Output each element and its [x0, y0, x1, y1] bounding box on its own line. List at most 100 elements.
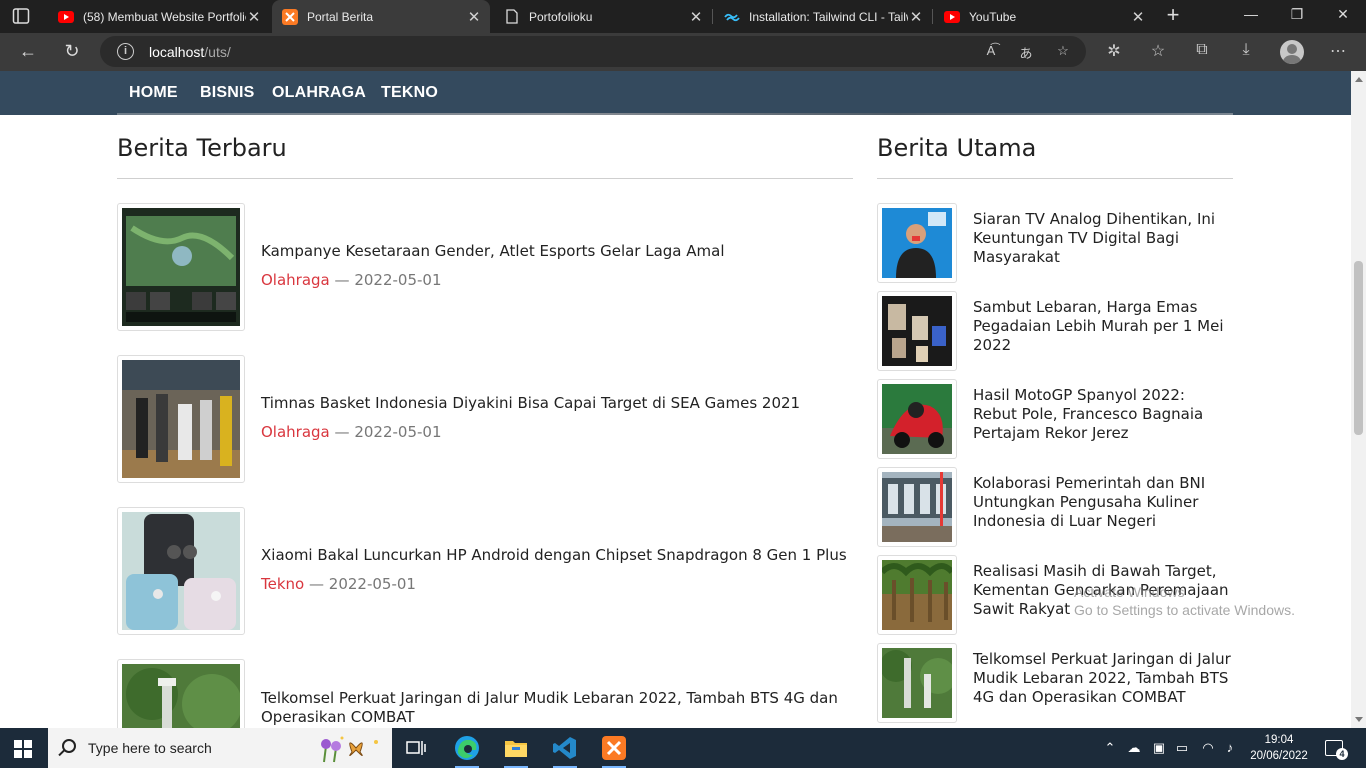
address-url[interactable]: localhost/uts/	[149, 44, 231, 60]
nav-olahraga[interactable]: OLAHRAGA	[272, 84, 366, 102]
edge-taskbar-icon[interactable]	[447, 733, 487, 768]
restore-icon[interactable]: ❐	[1286, 6, 1308, 26]
address-bar[interactable]: i localhost/uts/ A͡ あ ☆	[100, 36, 1086, 67]
tab-actions-icon[interactable]	[12, 7, 30, 25]
tab-tailwind[interactable]: Installation: Tailwind CLI - Tailwind ✕	[714, 0, 932, 33]
news-title[interactable]: Xiaomi Bakal Luncurkan HP Android dengan…	[261, 546, 847, 565]
page-scrollbar[interactable]	[1351, 71, 1366, 728]
tab-portal-berita[interactable]: Portal Berita ✕	[272, 0, 490, 33]
xampp-icon	[282, 8, 298, 25]
tab-title: Portal Berita	[307, 9, 374, 24]
news-title[interactable]: Hasil MotoGP Spanyol 2022: Rebut Pole, F…	[973, 386, 1233, 443]
news-title[interactable]: Kolaborasi Pemerintah dan BNI Untungkan …	[973, 474, 1233, 531]
news-thumbnail[interactable]	[877, 379, 957, 459]
new-tab-icon[interactable]: +	[1162, 4, 1184, 28]
latest-news-item[interactable]: Timnas Basket Indonesia Diyakini Bisa Ca…	[117, 355, 853, 483]
activate-windows-watermark: Activate Windows Go to Settings to activ…	[1074, 583, 1295, 619]
more-menu-icon[interactable]: ⋯	[1327, 41, 1349, 63]
latest-news-item[interactable]: Telkomsel Perkuat Jaringan di Jalur Mudi…	[117, 659, 853, 728]
volume-icon[interactable]: ♪	[1222, 740, 1238, 755]
back-icon[interactable]: ←	[17, 41, 39, 63]
show-hidden-icons-icon[interactable]: ⌃	[1102, 740, 1118, 756]
featured-news-heading: Berita Utama	[877, 134, 1037, 162]
battery-icon[interactable]: ▭	[1174, 740, 1190, 756]
file-explorer-icon[interactable]	[496, 733, 536, 768]
news-title[interactable]: Kampanye Kesetaraan Gender, Atlet Esport…	[261, 242, 725, 261]
youtube-icon	[58, 9, 74, 25]
close-window-icon[interactable]: ✕	[1332, 6, 1354, 26]
collections-icon[interactable]: ⧉	[1191, 41, 1213, 63]
nav-home[interactable]: HOME	[129, 84, 178, 102]
news-title[interactable]: Siaran TV Analog Dihentikan, Ini Keuntun…	[973, 210, 1233, 267]
tab-title: (58) Membuat Website Portfolio	[83, 9, 246, 24]
news-category[interactable]: Olahraga	[261, 271, 330, 289]
news-thumbnail[interactable]	[117, 507, 245, 635]
tab-separator	[932, 9, 933, 24]
page-icon	[504, 9, 520, 25]
notification-center-icon[interactable]: 4	[1325, 740, 1348, 760]
meet-now-icon[interactable]: ▣	[1151, 740, 1167, 756]
tab-youtube-portfolio[interactable]: (58) Membuat Website Portfolio ✕	[48, 0, 270, 33]
downloads-icon[interactable]: ⤓	[1235, 41, 1257, 63]
windows-start-icon[interactable]	[14, 740, 32, 758]
taskbar-search-box[interactable]: Type here to search	[48, 728, 392, 768]
close-tab-icon[interactable]: ✕	[1130, 8, 1146, 26]
news-title[interactable]: Timnas Basket Indonesia Diyakini Bisa Ca…	[261, 394, 800, 413]
scrollbar-thumb[interactable]	[1354, 261, 1363, 435]
news-category[interactable]: Tekno	[261, 575, 304, 593]
scroll-down-arrow-icon[interactable]	[1355, 717, 1363, 722]
profile-avatar[interactable]	[1280, 40, 1304, 64]
news-thumbnail[interactable]	[877, 643, 957, 723]
meta-separator: —	[309, 575, 324, 593]
close-tab-icon[interactable]: ✕	[466, 8, 482, 26]
onedrive-icon[interactable]: ☁	[1126, 740, 1142, 756]
wifi-icon[interactable]: ◠	[1200, 740, 1216, 756]
latest-news-item[interactable]: Xiaomi Bakal Luncurkan HP Android dengan…	[117, 507, 853, 635]
favorites-icon[interactable]: ☆	[1147, 41, 1169, 63]
scroll-up-arrow-icon[interactable]	[1355, 77, 1363, 82]
featured-news-item[interactable]: Siaran TV Analog Dihentikan, Ini Keuntun…	[877, 203, 1233, 283]
news-thumbnail[interactable]	[117, 355, 245, 483]
url-host: localhost	[149, 44, 205, 60]
news-title[interactable]: Telkomsel Perkuat Jaringan di Jalur Mudi…	[973, 650, 1233, 707]
close-tab-icon[interactable]: ✕	[908, 8, 924, 26]
featured-news-item[interactable]: Telkomsel Perkuat Jaringan di Jalur Mudi…	[877, 643, 1233, 723]
news-thumbnail[interactable]	[877, 203, 957, 283]
clock-time: 19:04	[1264, 734, 1294, 746]
featured-news-item[interactable]: Sambut Lebaran, Harga Emas Pegadaian Leb…	[877, 291, 1233, 371]
news-thumbnail[interactable]	[117, 203, 245, 331]
tab-portofolioku[interactable]: Portofolioku ✕	[494, 0, 712, 33]
task-view-icon[interactable]	[396, 733, 436, 763]
featured-news-item[interactable]: Kolaborasi Pemerintah dan BNI Untungkan …	[877, 467, 1233, 547]
nav-bisnis[interactable]: BISNIS	[200, 84, 255, 102]
clock-date: 20/06/2022	[1250, 750, 1308, 762]
translate-icon[interactable]: あ	[1016, 43, 1036, 61]
xampp-taskbar-icon[interactable]	[594, 733, 634, 768]
tailwind-icon	[724, 9, 740, 25]
latest-news-item[interactable]: Kampanye Kesetaraan Gender, Atlet Esport…	[117, 203, 853, 331]
news-title[interactable]: Telkomsel Perkuat Jaringan di Jalur Mudi…	[261, 689, 853, 727]
site-info-icon[interactable]: i	[117, 43, 134, 60]
featured-news-item[interactable]: Hasil MotoGP Spanyol 2022: Rebut Pole, F…	[877, 379, 1233, 459]
close-tab-icon[interactable]: ✕	[688, 8, 704, 26]
close-tab-icon[interactable]: ✕	[246, 8, 262, 26]
extensions-icon[interactable]: ✲	[1103, 41, 1125, 63]
news-thumbnail[interactable]	[877, 555, 957, 635]
vscode-icon[interactable]	[545, 733, 585, 768]
tab-youtube[interactable]: YouTube ✕	[934, 0, 1154, 33]
news-category[interactable]: Olahraga	[261, 423, 330, 441]
add-favorite-icon[interactable]: ☆	[1053, 43, 1073, 61]
system-clock[interactable]: 19:04 20/06/2022	[1248, 732, 1310, 764]
notification-badge: 4	[1336, 748, 1348, 760]
news-thumbnail[interactable]	[877, 291, 957, 371]
nav-tekno[interactable]: TEKNO	[381, 84, 438, 102]
news-thumbnail[interactable]	[117, 659, 245, 728]
news-thumbnail[interactable]	[877, 467, 957, 547]
news-title[interactable]: Sambut Lebaran, Harga Emas Pegadaian Leb…	[973, 298, 1233, 355]
browser-tab-strip: (58) Membuat Website Portfolio ✕ Portal …	[0, 0, 1366, 33]
refresh-icon[interactable]: ↻	[61, 41, 83, 63]
divider	[117, 178, 853, 179]
read-aloud-icon[interactable]: A͡	[981, 43, 1001, 61]
minimize-icon[interactable]: —	[1240, 6, 1262, 26]
news-meta: Olahraga — 2022-05-01	[261, 423, 442, 441]
